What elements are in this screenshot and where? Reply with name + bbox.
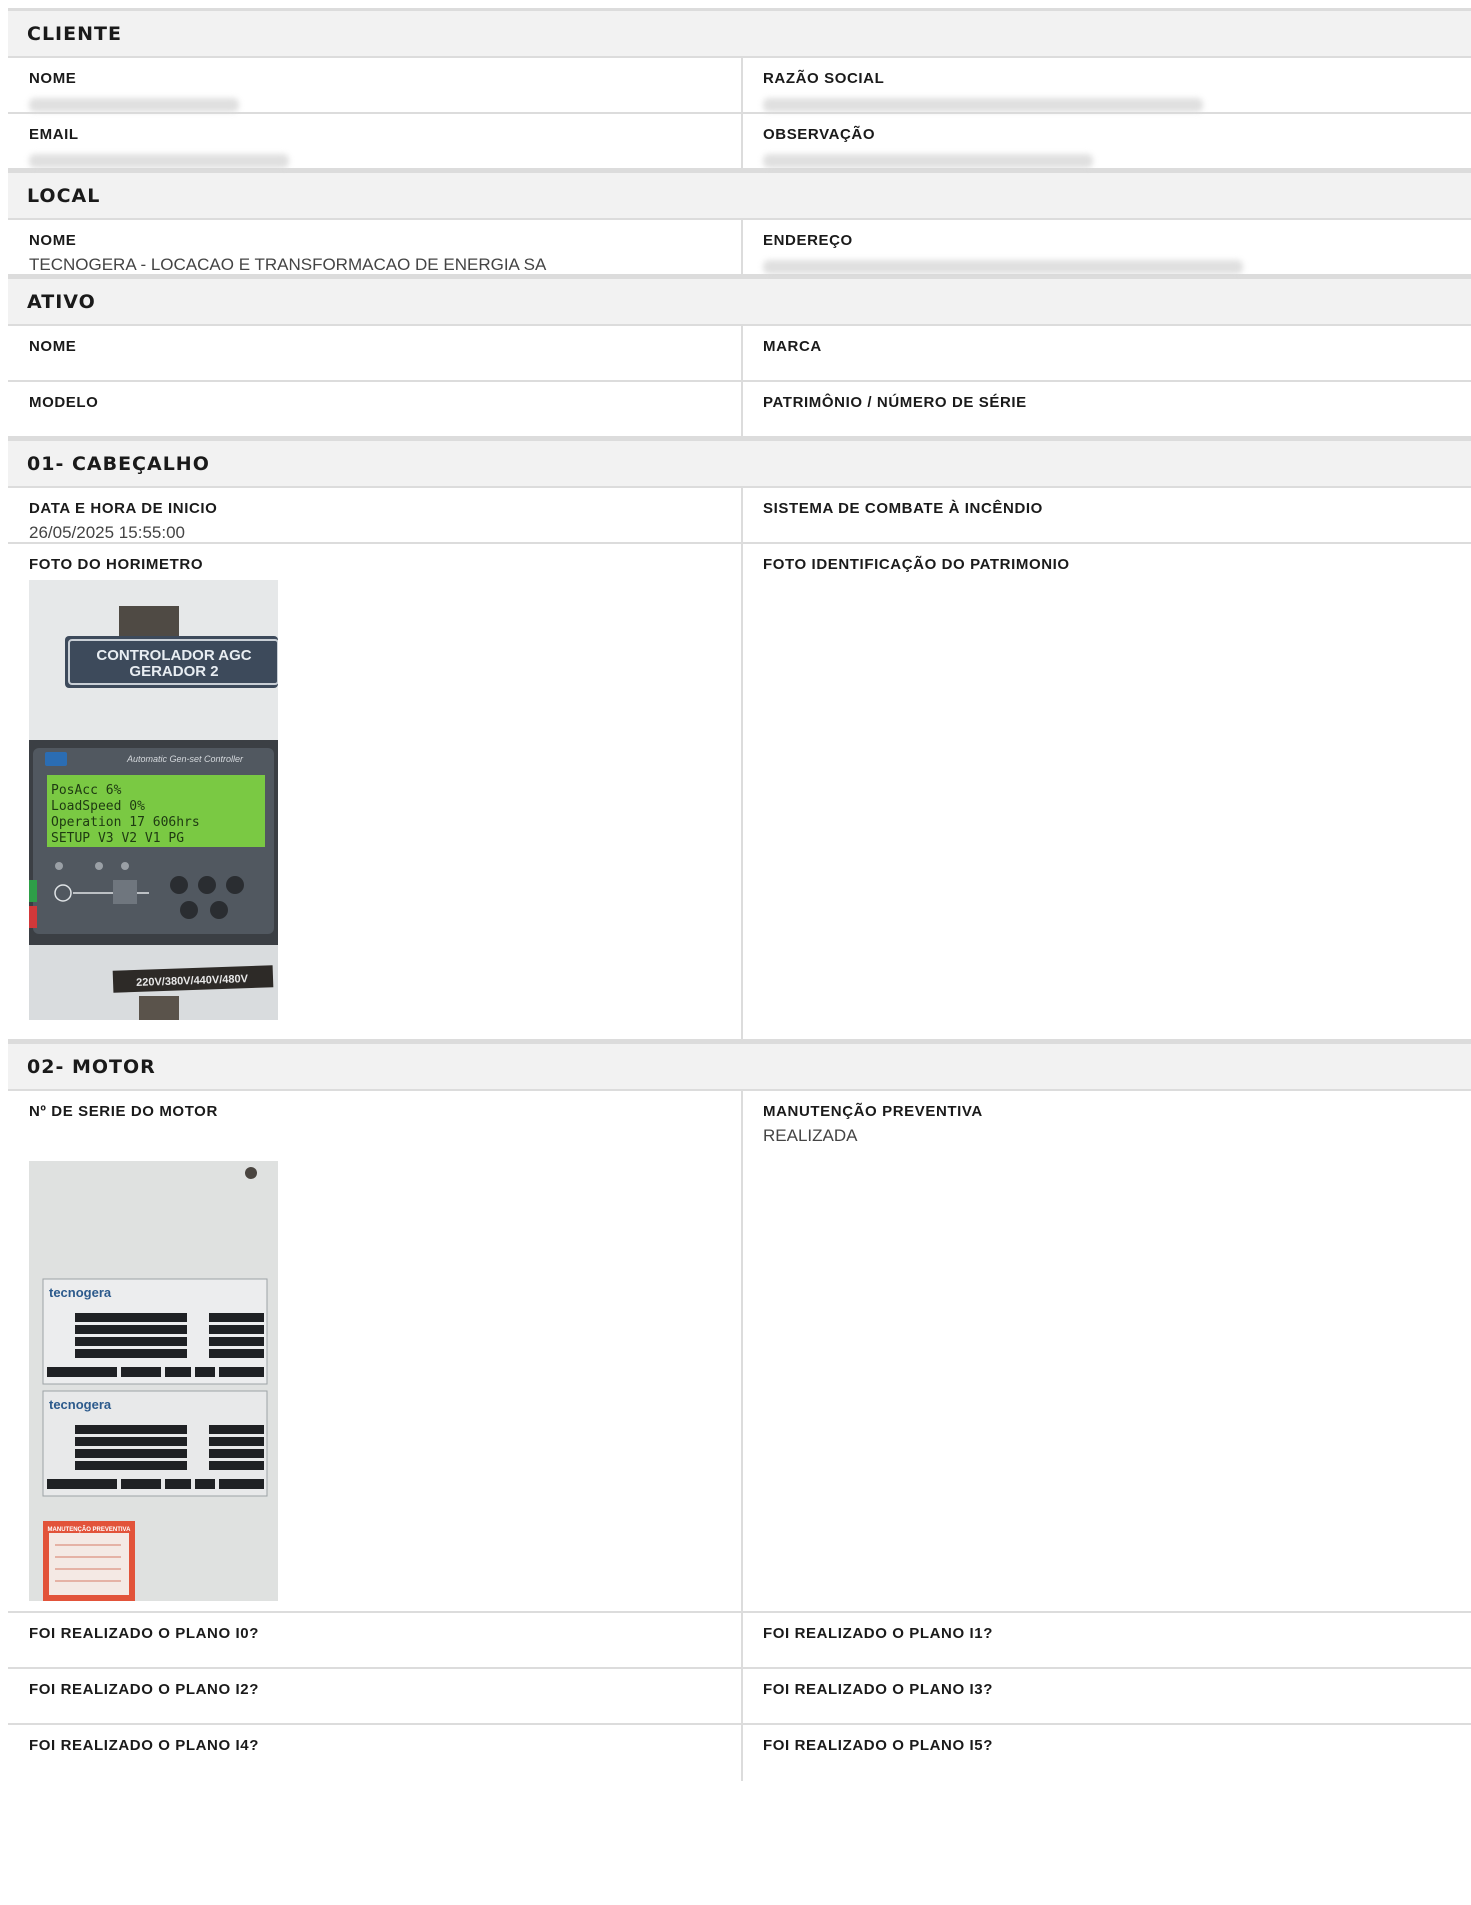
nameplate-photo: tecnogera tecnogera MANUTENÇÃO PREVENTIV…: [29, 1161, 278, 1601]
plano-i3-cell: FOI REALIZADO O PLANO I3?: [743, 1669, 1471, 1723]
plano-i0-cell: FOI REALIZADO O PLANO I0?: [8, 1613, 743, 1667]
plano-i4-cell: FOI REALIZADO O PLANO I4?: [8, 1725, 743, 1781]
ativo-row-1: NOME MARCA: [8, 326, 1471, 382]
lcd-line-2: LoadSpeed 0%: [51, 799, 145, 814]
plano-i2-label: FOI REALIZADO O PLANO I2?: [29, 1681, 260, 1698]
motor-manutencao-cell: MANUTENÇÃO PREVENTIVA REALIZADA: [743, 1091, 1471, 1611]
report: CLIENTE NOME RAZÃO SOCIAL EMAIL OBSERVAÇ…: [8, 8, 1471, 1781]
cliente-obs-cell: OBSERVAÇÃO: [743, 114, 1471, 168]
cliente-nome-label: NOME: [29, 70, 77, 87]
section-header-cliente: CLIENTE: [8, 8, 1471, 58]
cliente-email-redacted: [29, 154, 289, 168]
controller-brand: Automatic Gen-set Controller: [126, 754, 244, 764]
cabecalho-data-cell: DATA E HORA DE INICIO 26/05/2025 15:55:0…: [8, 488, 743, 542]
local-endereco-cell: ENDEREÇO: [743, 220, 1471, 274]
section-header-motor: 02- MOTOR: [8, 1041, 1471, 1091]
motor-manutencao-value: REALIZADA: [763, 1126, 858, 1145]
motor-serie-cell: Nº DE SERIE DO MOTOR tecnogera tecnogera…: [8, 1091, 743, 1611]
cabecalho-row-1: DATA E HORA DE INICIO 26/05/2025 15:55:0…: [8, 488, 1471, 544]
section-header-cabecalho: 01- CABEÇALHO: [8, 438, 1471, 488]
ativo-patrimonio-cell: PATRIMÔNIO / NÚMERO DE SÉRIE: [743, 382, 1471, 436]
motor-serie-image[interactable]: tecnogera tecnogera MANUTENÇÃO PREVENTIV…: [29, 1161, 278, 1601]
motor-serie-label: Nº DE SERIE DO MOTOR: [29, 1103, 218, 1120]
cliente-razao-label: RAZÃO SOCIAL: [763, 70, 885, 87]
motor-row-1: Nº DE SERIE DO MOTOR tecnogera tecnogera…: [8, 1091, 1471, 1613]
ativo-modelo-label: MODELO: [29, 394, 99, 411]
foto-patrimonio-label: FOTO IDENTIFICAÇÃO DO PATRIMONIO: [763, 556, 1070, 573]
plano-i5-label: FOI REALIZADO O PLANO I5?: [763, 1737, 994, 1754]
cabecalho-sistema-label: SISTEMA DE COMBATE À INCÊNDIO: [763, 500, 1043, 517]
cliente-email-cell: EMAIL: [8, 114, 743, 168]
controller-title-1: CONTROLADOR AGC: [96, 647, 251, 664]
cliente-razao-cell: RAZÃO SOCIAL: [743, 58, 1471, 112]
local-endereco-label: ENDEREÇO: [763, 232, 853, 249]
cabecalho-data-value: 26/05/2025 15:55:00: [29, 523, 185, 542]
motor-row-2: FOI REALIZADO O PLANO I0? FOI REALIZADO …: [8, 1613, 1471, 1669]
plano-i5-cell: FOI REALIZADO O PLANO I5?: [743, 1725, 1471, 1781]
cliente-nome-redacted: [29, 98, 239, 112]
lcd-line-1: PosAcc 6%: [51, 783, 122, 798]
cabecalho-row-2: FOTO DO HORIMETRO CONTROLADOR AGC GERADO…: [8, 544, 1471, 1041]
cliente-obs-label: OBSERVAÇÃO: [763, 126, 876, 143]
foto-horimetro-image[interactable]: CONTROLADOR AGC GERADOR 2 Automatic Gen-…: [29, 580, 278, 1020]
local-row: NOME TECNOGERA - LOCACAO E TRANSFORMACAO…: [8, 220, 1471, 276]
cabecalho-data-label: DATA E HORA DE INICIO: [29, 500, 218, 517]
local-nome-value: TECNOGERA - LOCACAO E TRANSFORMACAO DE E…: [29, 255, 547, 274]
controller-photo: CONTROLADOR AGC GERADOR 2 Automatic Gen-…: [29, 580, 278, 1020]
lcd-line-4: SETUP V3 V2 V1 PG: [51, 831, 184, 846]
cliente-row-2: EMAIL OBSERVAÇÃO: [8, 114, 1471, 170]
ativo-nome-label: NOME: [29, 338, 77, 355]
plano-i0-label: FOI REALIZADO O PLANO I0?: [29, 1625, 260, 1642]
plano-i3-label: FOI REALIZADO O PLANO I3?: [763, 1681, 994, 1698]
ativo-nome-cell: NOME: [8, 326, 743, 380]
local-nome-label: NOME: [29, 232, 77, 249]
section-header-ativo: ATIVO: [8, 276, 1471, 326]
ativo-row-2: MODELO PATRIMÔNIO / NÚMERO DE SÉRIE: [8, 382, 1471, 438]
foto-horimetro-cell: FOTO DO HORIMETRO CONTROLADOR AGC GERADO…: [8, 544, 743, 1039]
motor-row-3: FOI REALIZADO O PLANO I2? FOI REALIZADO …: [8, 1669, 1471, 1725]
plano-i4-label: FOI REALIZADO O PLANO I4?: [29, 1737, 260, 1754]
motor-row-4: FOI REALIZADO O PLANO I4? FOI REALIZADO …: [8, 1725, 1471, 1781]
plano-i1-label: FOI REALIZADO O PLANO I1?: [763, 1625, 994, 1642]
cliente-obs-redacted: [763, 154, 1093, 168]
plate-brand-2: tecnogera: [49, 1397, 112, 1412]
cliente-email-label: EMAIL: [29, 126, 79, 143]
local-endereco-redacted: [763, 260, 1243, 274]
cliente-row-1: NOME RAZÃO SOCIAL: [8, 58, 1471, 114]
ativo-marca-label: MARCA: [763, 338, 822, 355]
cliente-nome-cell: NOME: [8, 58, 743, 112]
foto-patrimonio-cell: FOTO IDENTIFICAÇÃO DO PATRIMONIO: [743, 544, 1471, 1039]
ativo-patrimonio-label: PATRIMÔNIO / NÚMERO DE SÉRIE: [763, 394, 1027, 411]
maint-tag: MANUTENÇÃO PREVENTIVA: [48, 1526, 132, 1533]
ativo-modelo-cell: MODELO: [8, 382, 743, 436]
plano-i2-cell: FOI REALIZADO O PLANO I2?: [8, 1669, 743, 1723]
lcd-line-3: Operation 17 606hrs: [51, 815, 200, 830]
plate-brand-1: tecnogera: [49, 1285, 112, 1300]
controller-title-2: GERADOR 2: [129, 663, 218, 680]
cliente-razao-redacted: [763, 98, 1203, 112]
motor-manutencao-label: MANUTENÇÃO PREVENTIVA: [763, 1103, 983, 1120]
plano-i1-cell: FOI REALIZADO O PLANO I1?: [743, 1613, 1471, 1667]
cabecalho-sistema-cell: SISTEMA DE COMBATE À INCÊNDIO: [743, 488, 1471, 542]
local-nome-cell: NOME TECNOGERA - LOCACAO E TRANSFORMACAO…: [8, 220, 743, 274]
ativo-marca-cell: MARCA: [743, 326, 1471, 380]
section-header-local: LOCAL: [8, 170, 1471, 220]
foto-horimetro-label: FOTO DO HORIMETRO: [29, 556, 204, 573]
